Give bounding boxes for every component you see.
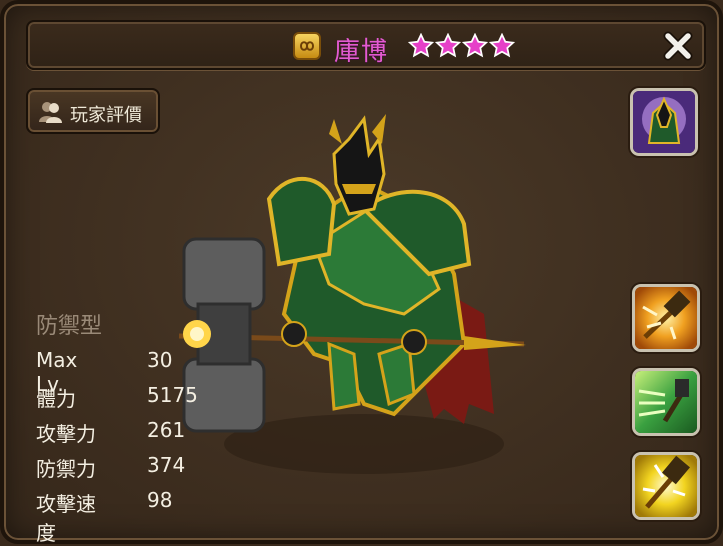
stat-row-defense: 防禦力 374 [36,453,185,488]
star-rating [408,33,516,61]
hammer-burst-icon [635,287,697,349]
stat-value: 374 [147,453,186,477]
stat-label: 防禦力 [36,457,96,481]
star-icon [489,33,516,58]
close-icon [663,31,693,61]
monster-info-panel: 庫博 玩家評價 防禦型 Max Lv. 30 體力 5175 攻擊力 261 防… [0,0,723,545]
monster-portrait [178,114,526,474]
stat-label: 攻擊速度 [36,492,96,545]
element-badge-icon [293,32,321,60]
stat-row-attack: 攻擊力 261 [36,418,185,453]
star-icon [408,33,434,58]
users-icon [38,100,64,128]
skill-button-2[interactable] [632,368,700,436]
awaken-portrait-button[interactable] [630,88,698,156]
star-icon [462,33,489,58]
stat-value: 98 [147,488,173,512]
awaken-portrait-icon [633,91,695,153]
stat-label: 攻擊力 [36,422,96,446]
stat-label: 體力 [36,387,76,411]
stat-value: 261 [147,418,186,442]
skill-button-1[interactable] [632,284,700,352]
stat-row-speed: 攻擊速度 98 [36,488,172,545]
player-review-label: 玩家評價 [70,105,142,126]
stat-value: 30 [147,348,173,372]
stat-row-hp: 體力 5175 [36,383,198,418]
close-button[interactable] [662,30,694,62]
monster-name: 庫博 [334,37,389,67]
star-icon [435,33,462,58]
stat-row-max-level: Max Lv. 30 [36,348,172,396]
skill-button-3[interactable] [632,452,700,520]
hammer-strike-icon [635,455,697,517]
monster-type: 防禦型 [36,314,103,339]
player-review-button[interactable]: 玩家評價 [26,88,160,134]
stats-block: 防禦型 Max Lv. 30 體力 5175 攻擊力 261 防禦力 374 攻… [36,308,198,545]
hammer-dash-icon [635,371,697,433]
title-bar: 庫博 [26,20,706,70]
stat-value: 5175 [147,383,198,407]
